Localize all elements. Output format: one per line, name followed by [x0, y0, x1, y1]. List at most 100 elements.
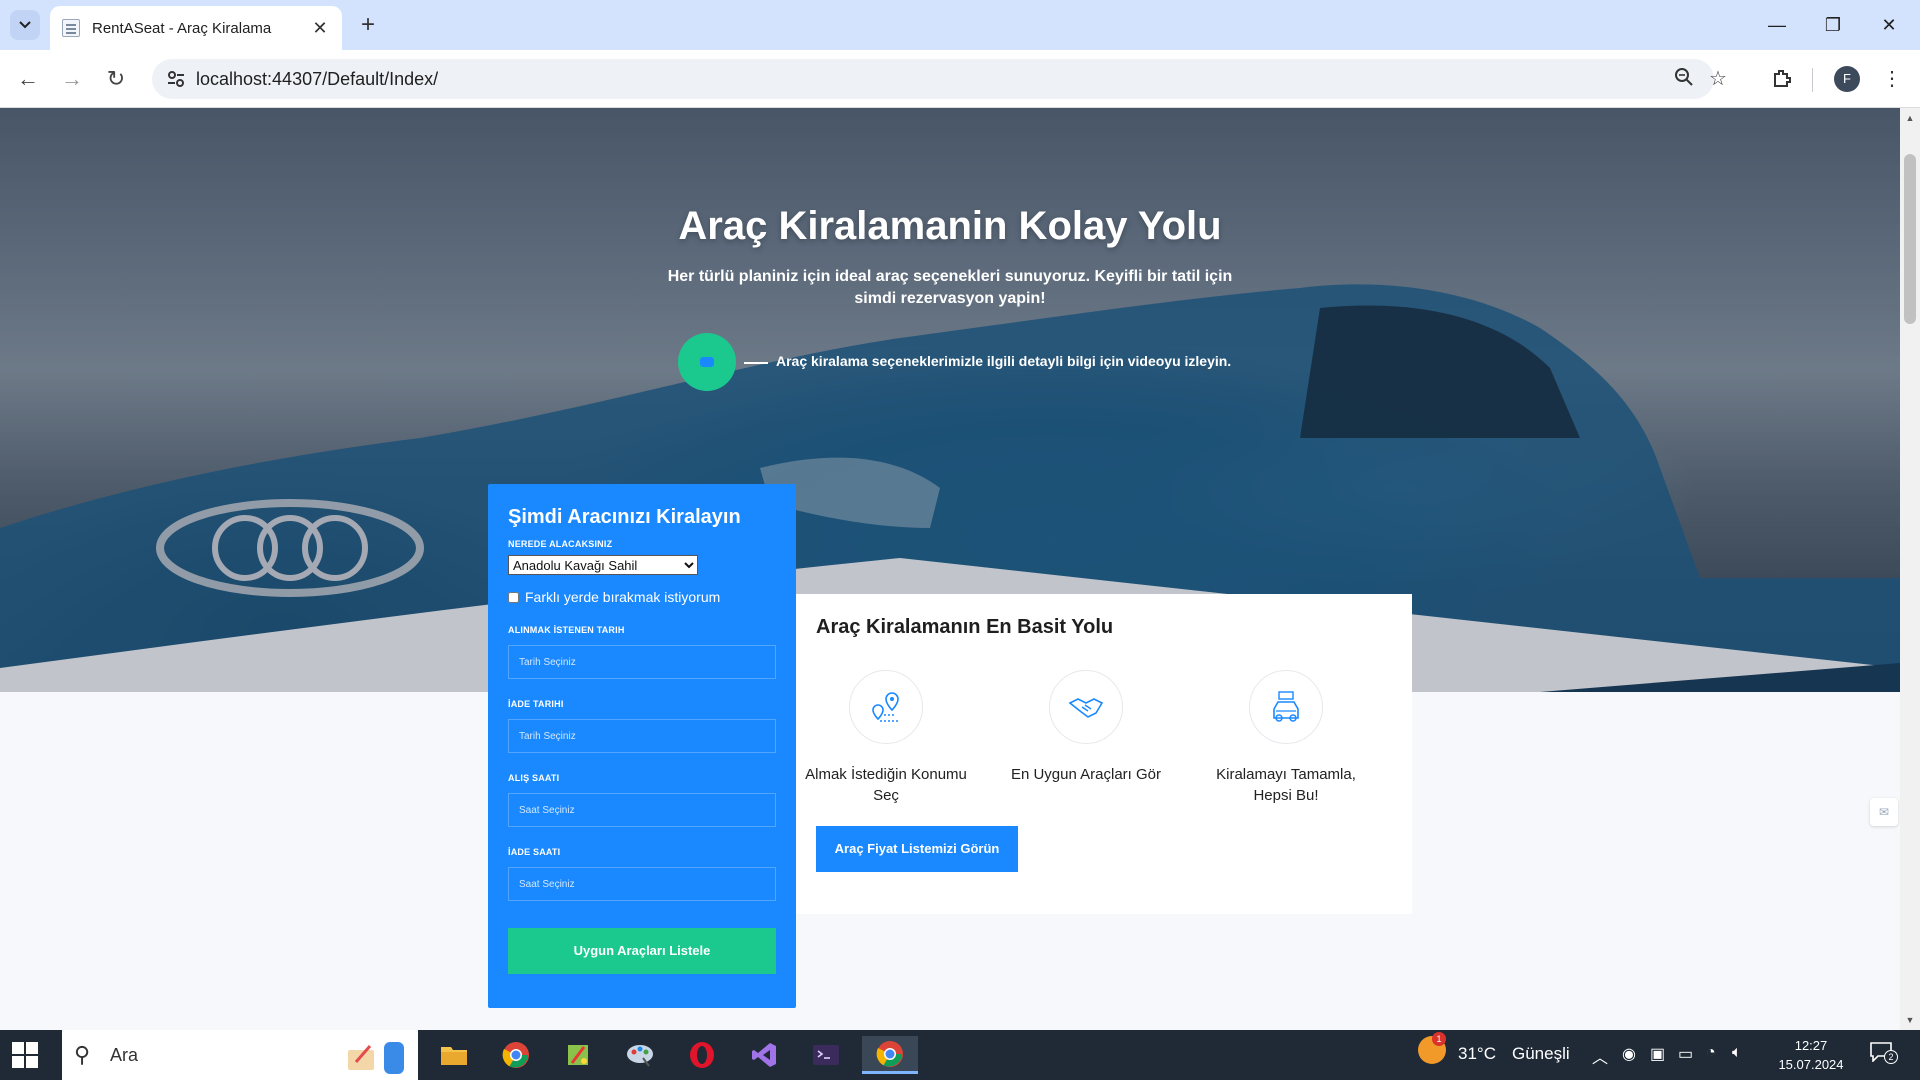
- taskbar-paint-app[interactable]: [556, 1036, 600, 1074]
- page-viewport: Araç Kiralamanin Kolay Yolu Her türlü pl…: [0, 108, 1900, 1030]
- browser-tab-bar: RentASeat - Araç Kiralama ✕ + — ❐ ✕: [0, 0, 1920, 50]
- hero-title: Araç Kiralamanin Kolay Yolu: [678, 204, 1222, 248]
- list-available-cars-button[interactable]: Uygun Araçları Listele: [508, 928, 776, 974]
- address-bar[interactable]: localhost:44307/Default/Index/ ☆: [152, 59, 1727, 99]
- rent-car-icon: [1249, 670, 1323, 744]
- taskbar-search-text: Ara: [110, 1045, 139, 1065]
- hero-subtitle: Her türlü planiniz için ideal araç seçen…: [667, 268, 1233, 307]
- page-favicon-icon: [62, 19, 80, 37]
- weather-condition[interactable]: Güneşli: [1512, 1044, 1570, 1064]
- different-dropoff-checkbox[interactable]: [508, 591, 519, 603]
- clock-date: 15.07.2024: [1778, 1057, 1844, 1072]
- taskbar-clock[interactable]: 12:27 15.07.2024: [1776, 1036, 1846, 1074]
- minimize-button[interactable]: —: [1754, 8, 1800, 42]
- step-label: En Uygun Araçları Gör: [1010, 766, 1162, 783]
- youtube-icon: [700, 357, 714, 367]
- tray-camera-icon[interactable]: ▣: [1650, 1044, 1665, 1064]
- pencil-app-icon: [568, 1045, 588, 1065]
- step-item-complete: Kiralamayı Tamamla, Hepsi Bu!: [1196, 670, 1376, 806]
- different-dropoff-row[interactable]: Farklı yerde bırakmak istiyorum: [508, 589, 776, 605]
- volume-icon[interactable]: 🔈︎: [1732, 1044, 1742, 1062]
- taskbar-terminal[interactable]: [804, 1036, 848, 1074]
- site-info-icon[interactable]: [164, 67, 188, 91]
- booking-form: Şimdi Aracınızı Kiralayın NEREDE ALACAKS…: [488, 484, 796, 1008]
- zoom-icon[interactable]: [1672, 67, 1696, 91]
- how-it-works-card: Araç Kiralamanın En Basit Yolu Almak İst…: [796, 594, 1412, 914]
- new-tab-button[interactable]: +: [354, 11, 382, 39]
- terminal-icon: [813, 1045, 839, 1065]
- taskbar-visual-studio[interactable]: [742, 1036, 786, 1074]
- taskbar-search[interactable]: ⚲ Ara: [62, 1030, 418, 1080]
- return-date-input[interactable]: [508, 719, 776, 753]
- chrome-icon: [502, 1042, 529, 1068]
- return-date-label: İADE TARIHI: [508, 699, 564, 709]
- taskbar-chrome[interactable]: [494, 1036, 538, 1074]
- location-icon: [849, 670, 923, 744]
- taskbar-snipping-app[interactable]: [618, 1036, 662, 1074]
- pickup-location-select[interactable]: Anadolu Kavağı Sahil: [508, 555, 698, 575]
- folder-icon: [441, 1047, 467, 1065]
- notification-center-icon[interactable]: 2: [1870, 1042, 1900, 1068]
- weather-alert-badge: 1: [1432, 1032, 1446, 1046]
- step-item-location: Almak İstediğin Konumu Seç: [796, 670, 976, 806]
- chrome-profile-icon: [876, 1040, 903, 1067]
- different-dropoff-label: Farklı yerde bırakmak istiyorum: [525, 589, 721, 605]
- restore-button[interactable]: ❐: [1810, 8, 1856, 42]
- video-play-button[interactable]: [678, 333, 736, 391]
- weather-temperature[interactable]: 31°C: [1458, 1044, 1496, 1064]
- forward-button[interactable]: →: [56, 63, 88, 95]
- return-time-input[interactable]: [508, 867, 776, 901]
- chat-widget-icon[interactable]: ✉: [1870, 798, 1898, 826]
- taskbar-chrome-profile-active[interactable]: [862, 1036, 918, 1074]
- notification-count: 2: [1884, 1050, 1898, 1064]
- tray-chevron-up-icon[interactable]: ︿: [1592, 1044, 1608, 1068]
- tab-title: RentASeat - Araç Kiralama: [92, 19, 272, 37]
- search-icon: ⚲: [74, 1042, 91, 1067]
- booking-title: Şimdi Aracınızı Kiralayın: [508, 506, 741, 528]
- taskbar-opera[interactable]: [680, 1036, 724, 1074]
- back-button[interactable]: ←: [12, 63, 44, 95]
- scroll-up-arrow-icon[interactable]: ▲: [1900, 108, 1920, 128]
- scrollbar-thumb[interactable]: [1904, 154, 1916, 324]
- browser-toolbar: ← → ↻ localhost:44307/Default/Index/ ☆ F…: [0, 50, 1920, 108]
- search-highlight-icon: [348, 1042, 404, 1074]
- profile-avatar[interactable]: F: [1834, 66, 1860, 92]
- wifi-icon[interactable]: ◔: [1706, 1044, 1716, 1062]
- price-list-button[interactable]: Araç Fiyat Listemizi Görün: [816, 826, 1018, 872]
- step-item-compare: En Uygun Araçları Gör: [996, 670, 1176, 785]
- browser-tab-active[interactable]: RentASeat - Araç Kiralama ✕: [50, 6, 342, 50]
- tab-close-icon[interactable]: ✕: [310, 18, 330, 39]
- reload-button[interactable]: ↻: [100, 63, 132, 95]
- video-divider: [744, 362, 768, 364]
- taskbar-file-explorer[interactable]: [432, 1036, 476, 1074]
- bookmark-star-icon[interactable]: ☆: [1706, 67, 1730, 91]
- card-title: Araç Kiralamanın En Basit Yolu: [816, 616, 1114, 638]
- windows-start-icon[interactable]: [12, 1042, 38, 1068]
- tab-search-button[interactable]: [10, 10, 40, 40]
- weather-sun-icon[interactable]: 1: [1418, 1032, 1446, 1064]
- pickup-date-input[interactable]: [508, 645, 776, 679]
- windows-taskbar: ⚲ Ara 1 31°C Güneşli ︿ ◉ ▣ ▭ ◔ 🔈︎ 12:27 …: [0, 1030, 1920, 1080]
- step-label: Almak İstediğin Konumu Seç: [805, 766, 967, 804]
- close-window-button[interactable]: ✕: [1866, 8, 1912, 42]
- battery-icon[interactable]: ▭: [1678, 1044, 1693, 1064]
- extensions-icon[interactable]: [1770, 67, 1794, 91]
- step-label: Kiralamayı Tamamla, Hepsi Bu!: [1216, 766, 1356, 804]
- browser-menu-icon[interactable]: ⋮: [1882, 64, 1902, 94]
- return-time-label: İADE SAATI: [508, 847, 561, 857]
- pickup-time-label: ALIŞ SAATI: [508, 773, 560, 783]
- url-text: localhost:44307/Default/Index/: [196, 69, 439, 89]
- pickup-time-input[interactable]: [508, 793, 776, 827]
- page-scrollbar[interactable]: ▲ ▼: [1900, 108, 1920, 1030]
- palette-icon: [627, 1045, 653, 1067]
- tray-record-icon[interactable]: ◉: [1622, 1044, 1636, 1064]
- toolbar-separator: [1812, 68, 1813, 92]
- pickup-date-label: ALINMAK İSTENEN TARIH: [508, 625, 625, 635]
- clock-time: 12:27: [1794, 1038, 1828, 1053]
- visual-studio-icon: [752, 1043, 776, 1067]
- handshake-icon: [1049, 670, 1123, 744]
- chevron-down-icon: [19, 21, 31, 29]
- opera-icon: [690, 1042, 714, 1068]
- video-caption: Araç kiralama seçeneklerimizle ilgili de…: [776, 353, 1232, 369]
- scroll-down-arrow-icon[interactable]: ▼: [1900, 1010, 1920, 1030]
